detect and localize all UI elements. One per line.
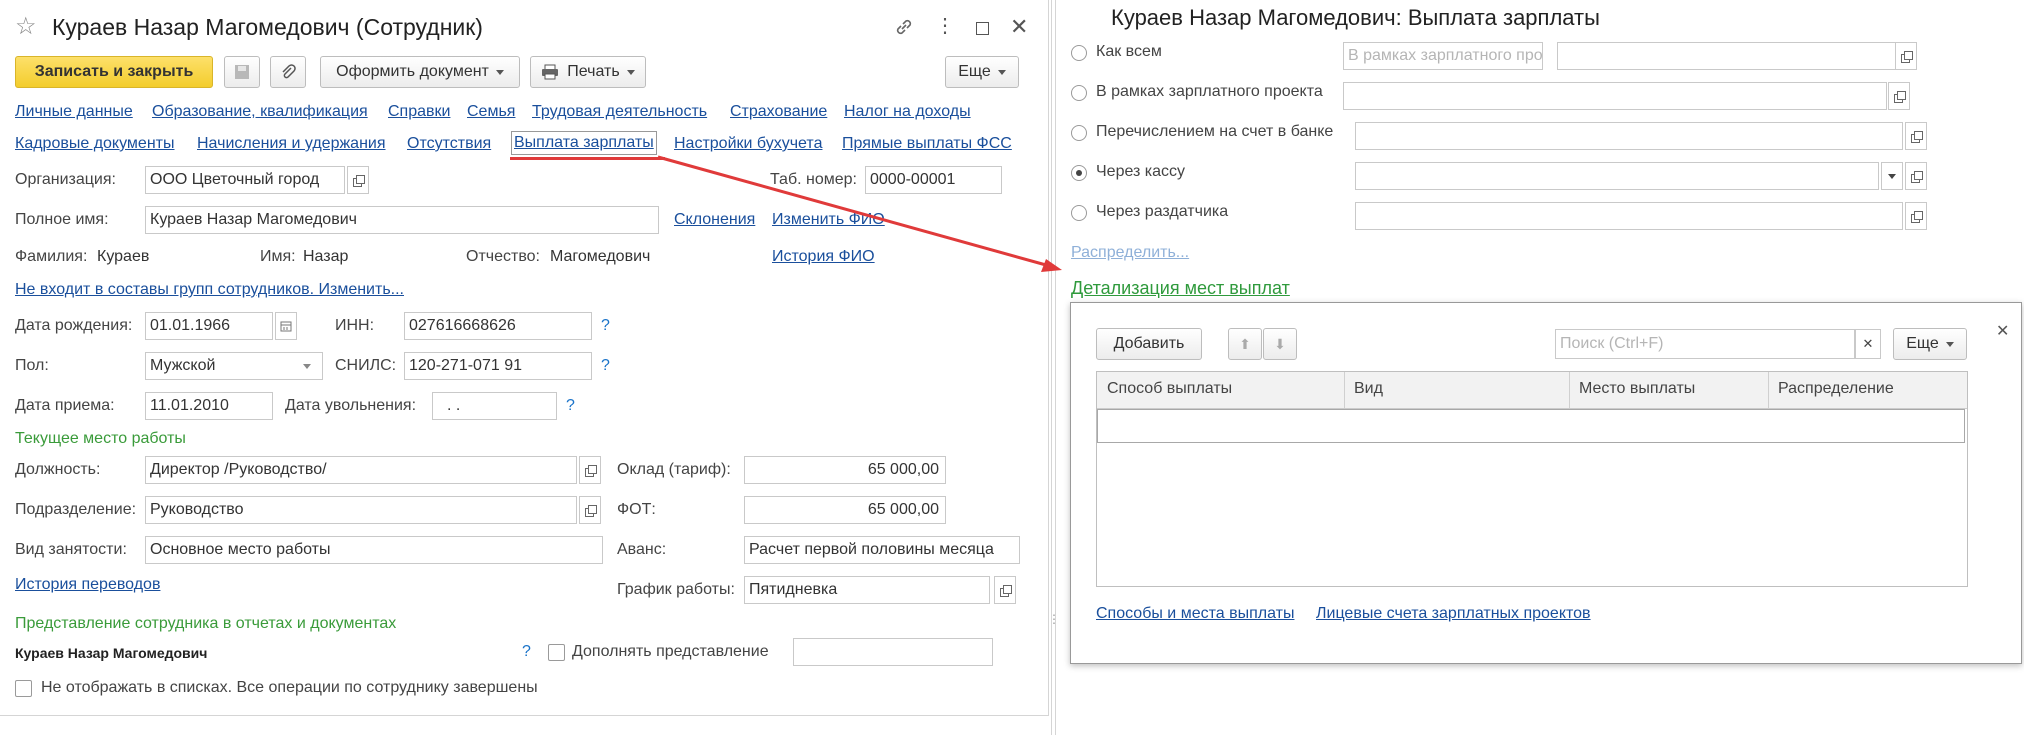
annotation-arrow bbox=[657, 155, 1062, 272]
